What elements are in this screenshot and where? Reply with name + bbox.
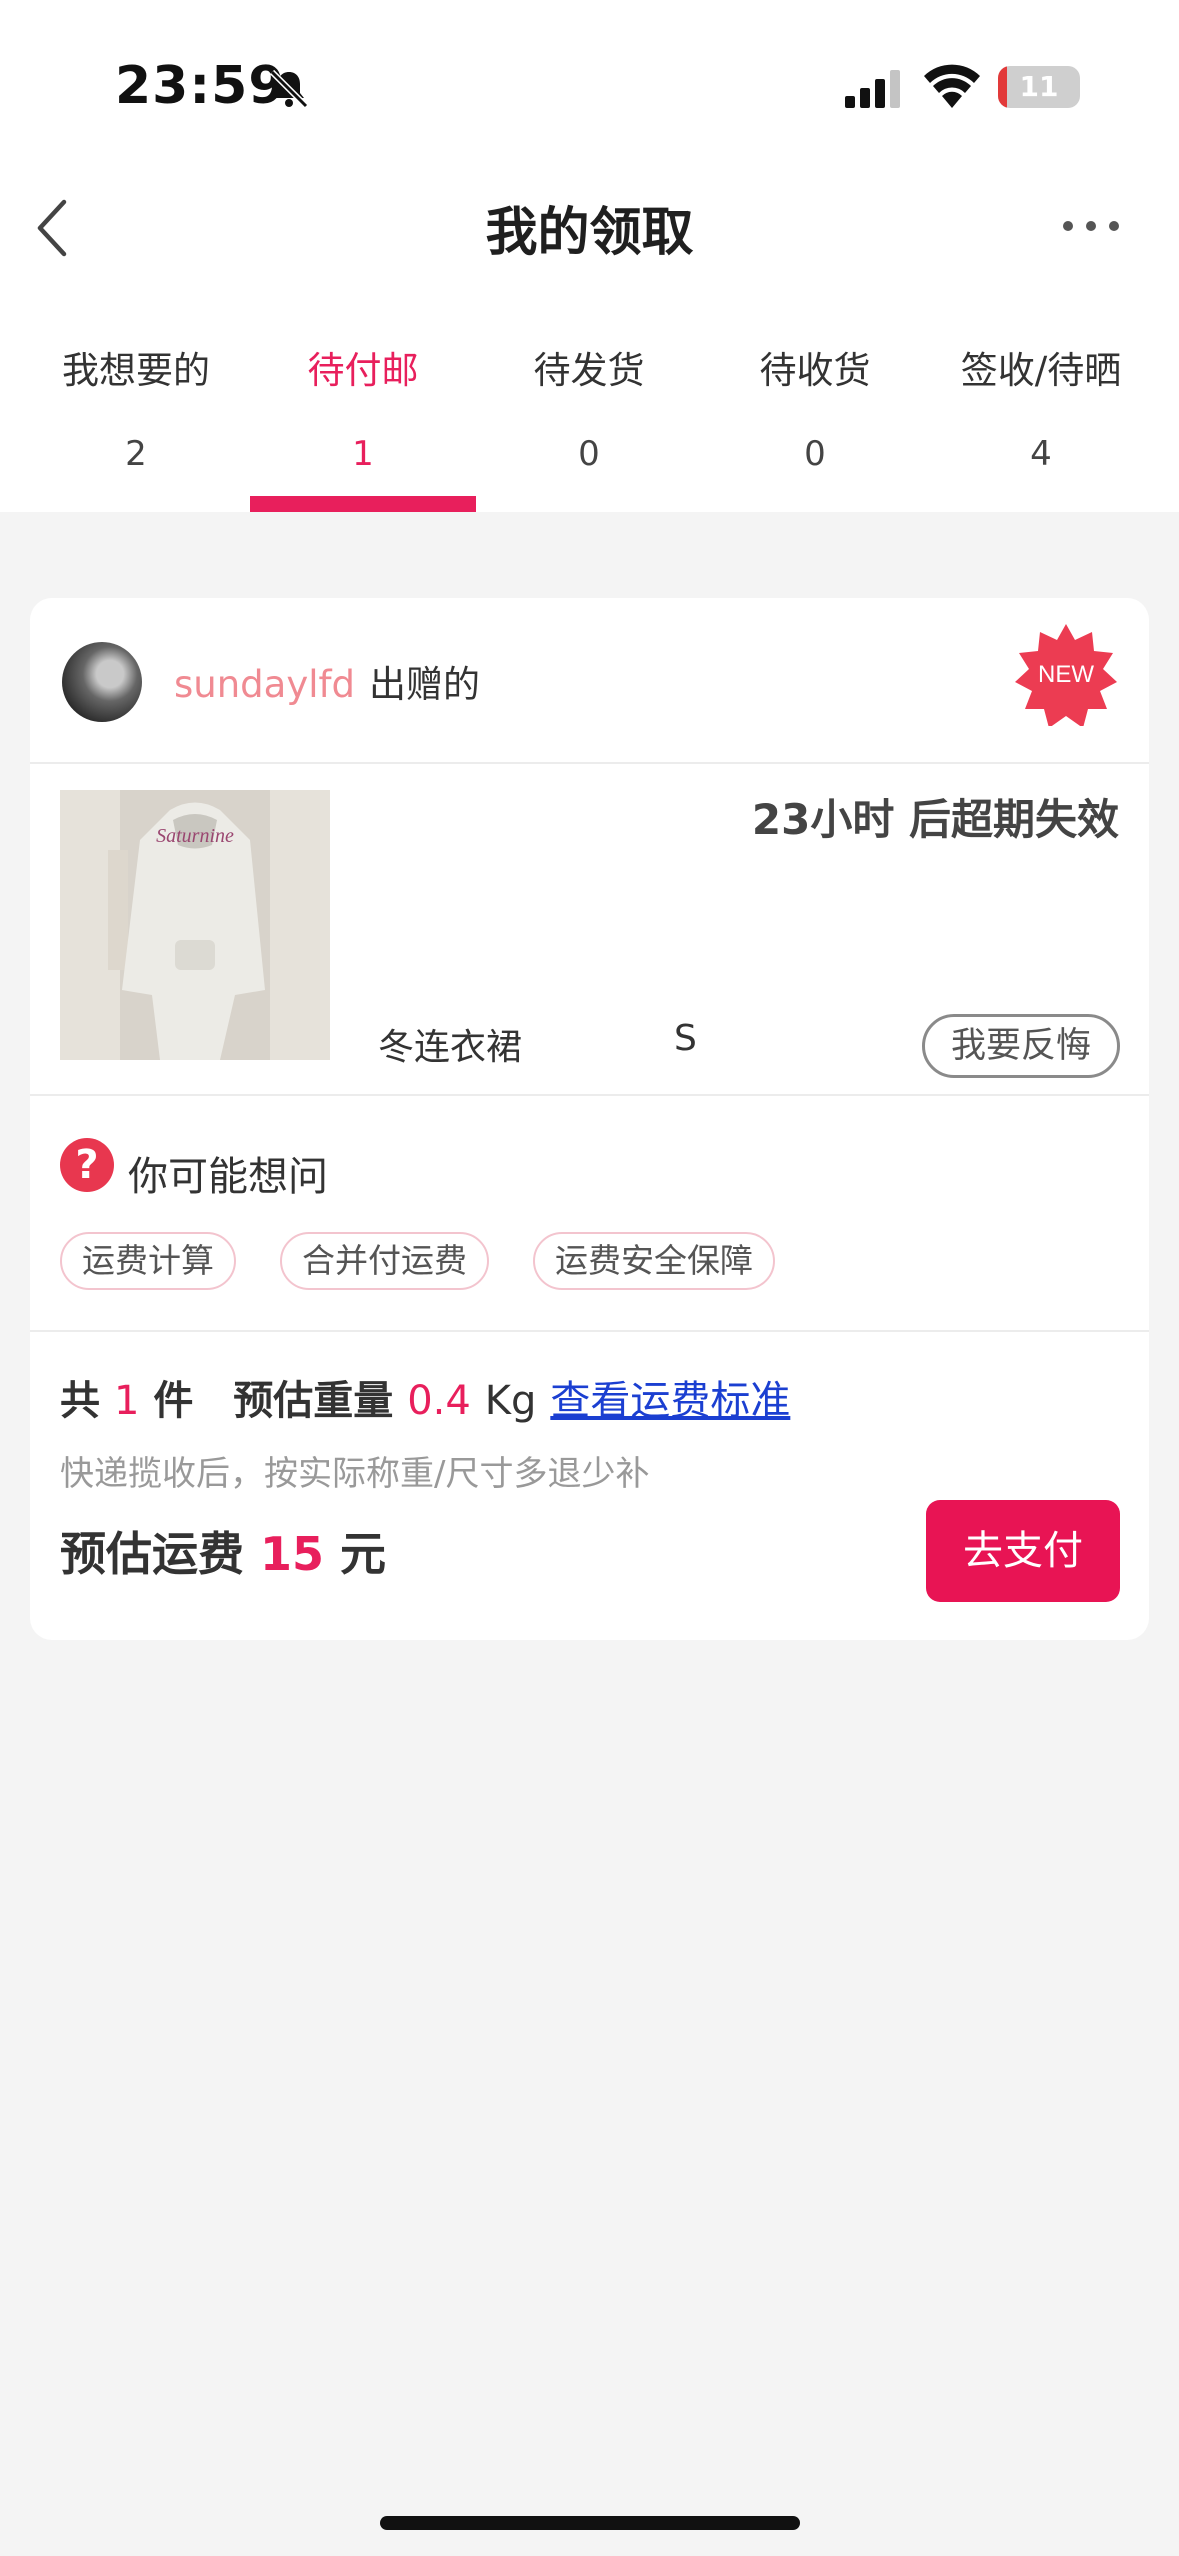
cellular-signal-icon [845,70,900,108]
item-name: 冬连衣裙 [378,1027,523,1068]
estimated-fee: 预估运费 15 元 [60,1518,386,1584]
weight-label: 预估重量 [233,1378,394,1424]
faq-chip[interactable]: 运费计算 [60,1232,236,1290]
giver-suffix: 出赠的 [369,663,481,706]
giver-line: sundaylfd 出赠的 [174,654,480,708]
tab-pending-dispatch[interactable]: 待发货 0 [476,340,702,474]
gift-claim-card: sundaylfd 出赠的 NEW Saturnine 23小时 后超期失效 冬连… [30,598,1149,1640]
quantity-prefix: 共 [60,1378,100,1424]
tab-label: 我想要的 [62,349,210,392]
tab-received-review[interactable]: 签收/待晒 4 [928,340,1154,474]
giver-name[interactable]: sundaylfd [174,663,355,706]
fee-amount: 15 [260,1527,325,1581]
home-indicator[interactable] [380,2516,800,2530]
fee-label: 预估运费 [60,1527,244,1581]
tab-pending-receipt[interactable]: 待收货 0 [702,340,928,474]
faq-chip[interactable]: 合并付运费 [280,1232,489,1290]
tab-count: 0 [578,434,600,474]
more-options-icon[interactable] [1060,214,1122,238]
svg-text:Saturnine: Saturnine [156,825,234,847]
avatar[interactable] [62,642,142,722]
weight-value: 0.4 [407,1378,471,1424]
tab-label: 签收/待晒 [960,349,1122,392]
fee-unit: 元 [340,1527,387,1581]
faq-chip[interactable]: 运费安全保障 [533,1232,775,1290]
new-badge-label: NEW [1038,661,1094,688]
tab-count: 0 [804,434,826,474]
tab-count: 2 [125,434,147,474]
shipping-standard-link[interactable]: 查看运费标准 [550,1378,790,1424]
quantity-value: 1 [113,1378,140,1424]
weight-unit: Kg [484,1378,537,1424]
active-tab-indicator [250,496,476,512]
new-badge-icon: NEW [1015,624,1117,726]
quantity-unit: 件 [153,1378,194,1424]
wifi-icon [924,64,980,108]
tab-pending-shipping-fee[interactable]: 待付邮 1 [250,340,476,474]
product-image[interactable]: Saturnine [60,790,330,1060]
battery-icon: 11 [998,66,1080,108]
regret-button[interactable]: 我要反悔 [922,1014,1120,1078]
divider [30,762,1149,764]
tab-label: 待发货 [533,349,645,392]
tab-label: 待收货 [759,349,871,392]
divider [30,1094,1149,1096]
expiry-notice: 23小时 后超期失效 [751,795,1119,844]
tab-count: 1 [352,434,374,474]
order-summary: 共 1 件 预估重量 0.4 Kg 查看运费标准 [60,1368,790,1426]
tab-wanted[interactable]: 我想要的 2 [23,340,249,474]
pay-button[interactable]: 去支付 [926,1500,1120,1602]
refund-note: 快递揽收后，按实际称重/尺寸多退少补 [60,1454,650,1494]
header-area: 23:59 11 我的领取 我想要的 2 待付邮 1 待发货 0 待收货 0 签… [0,0,1179,512]
page-title: 我的领取 [485,203,694,263]
battery-cap [1074,80,1080,94]
divider [30,1330,1149,1332]
bell-muted-icon [269,69,309,109]
question-icon: ? [60,1138,114,1192]
status-time: 23:59 [115,56,286,116]
battery-percent: 11 [1019,70,1059,103]
tab-label: 待付邮 [307,349,419,392]
item-size: S [674,1018,697,1059]
faq-title: 你可能想问 [128,1154,328,1200]
tab-count: 4 [1030,434,1052,474]
